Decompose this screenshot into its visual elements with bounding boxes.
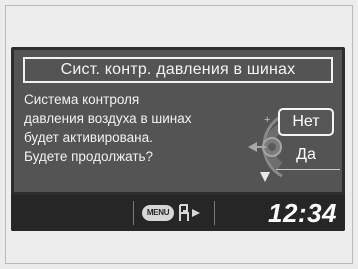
selector-dial-icon: + − bbox=[248, 114, 283, 182]
status-divider bbox=[214, 201, 215, 225]
message-line: Система контроля bbox=[24, 92, 140, 107]
dialog-message: Система контроля давления воздуха в шина… bbox=[24, 90, 244, 166]
option-no-button[interactable]: Нет bbox=[278, 108, 334, 136]
message-line: будет активирована. bbox=[24, 130, 153, 145]
dialog-panel: Сист. контр. давления в шинах Система ко… bbox=[14, 50, 342, 192]
display-screen: Сист. контр. давления в шинах Система ко… bbox=[11, 47, 345, 231]
clock-time: 12:34 bbox=[268, 198, 337, 228]
dialog-title: Сист. контр. давления в шинах bbox=[23, 57, 333, 83]
message-line: давления воздуха в шинах bbox=[24, 111, 192, 126]
seat-arrow-icon bbox=[179, 204, 200, 221]
status-divider bbox=[133, 201, 134, 225]
message-line: Будете продолжать? bbox=[24, 149, 154, 164]
status-bar: MENU 12:34 bbox=[11, 195, 345, 231]
option-yes-button[interactable]: Да bbox=[278, 144, 334, 168]
dial-up-label: + bbox=[264, 114, 270, 126]
menu-button-icon[interactable]: MENU bbox=[142, 205, 174, 221]
option-divider bbox=[276, 169, 340, 170]
